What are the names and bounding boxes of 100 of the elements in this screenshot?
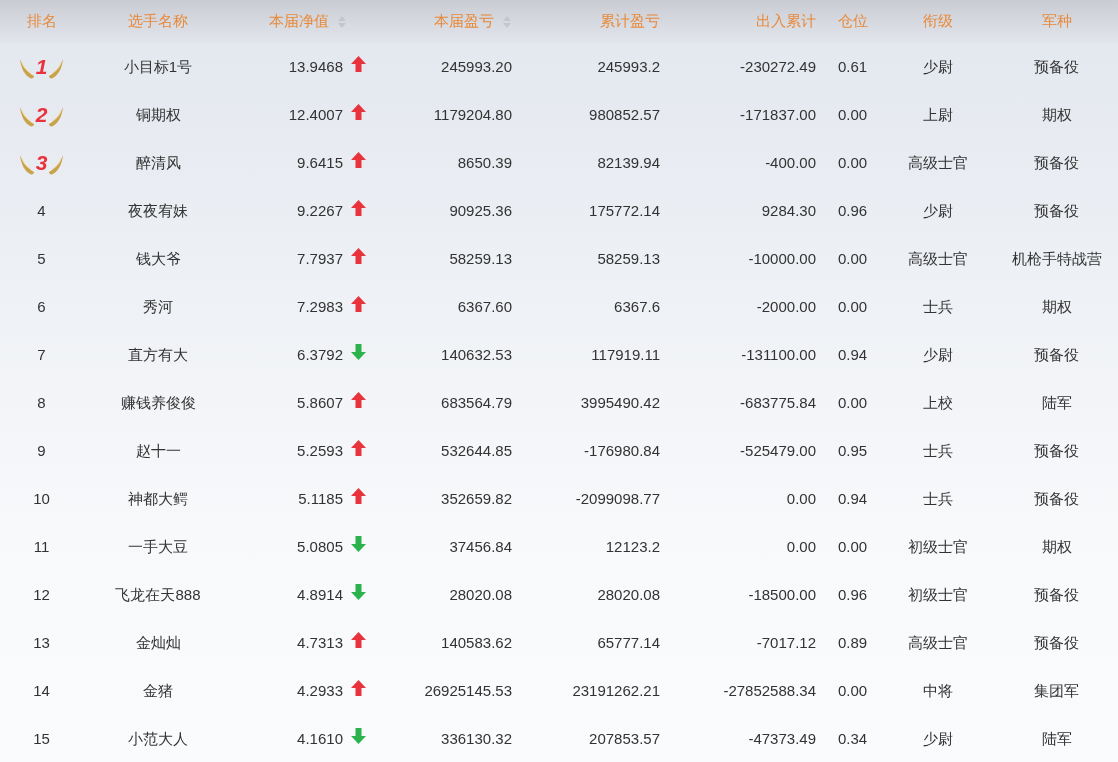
branch-name: 陆军 bbox=[1041, 392, 1072, 413]
period-profit: 532644.85 bbox=[441, 440, 512, 461]
sort-icon[interactable] bbox=[337, 14, 347, 29]
net-value: 12.4007 bbox=[288, 104, 343, 125]
branch-name: 预备役 bbox=[1034, 584, 1079, 605]
player-name: 夜夜宥妹 bbox=[128, 200, 188, 221]
rank-title: 士兵 bbox=[922, 440, 953, 461]
net-flow: 0.00 bbox=[786, 536, 816, 557]
rank-number: 4 bbox=[37, 200, 46, 221]
rank-number: 7 bbox=[37, 344, 46, 365]
column-header: 仓位 bbox=[837, 11, 868, 32]
total-profit: 58259.13 bbox=[597, 248, 660, 269]
rank-title: 上校 bbox=[922, 392, 953, 413]
column-header: 衔级 bbox=[922, 11, 953, 32]
position-ratio: 0.00 bbox=[837, 152, 868, 173]
total-profit: 82139.94 bbox=[597, 152, 660, 173]
rank-title: 初级士官 bbox=[907, 584, 968, 605]
column-header: 出入累计 bbox=[756, 11, 816, 32]
net-flow: -171837.00 bbox=[740, 104, 816, 125]
net-value: 7.7937 bbox=[297, 248, 343, 269]
net-value: 5.2593 bbox=[297, 440, 343, 461]
branch-name: 预备役 bbox=[1034, 200, 1079, 221]
branch-name: 期权 bbox=[1041, 104, 1072, 125]
column-header[interactable]: 本届盈亏 bbox=[434, 10, 494, 33]
player-name: 小范大人 bbox=[128, 728, 188, 749]
net-value: 4.7313 bbox=[297, 632, 343, 653]
net-value: 4.8914 bbox=[297, 584, 343, 605]
net-flow: -7017.12 bbox=[756, 632, 816, 653]
branch-name: 预备役 bbox=[1034, 488, 1079, 509]
position-ratio: 0.94 bbox=[837, 488, 868, 509]
rank-title: 上尉 bbox=[922, 104, 953, 125]
rank-title: 高级士官 bbox=[907, 152, 968, 173]
period-profit: 336130.32 bbox=[441, 728, 512, 749]
total-profit: 12123.2 bbox=[605, 536, 660, 557]
player-name: 一手大豆 bbox=[128, 536, 188, 557]
net-flow: -27852588.34 bbox=[723, 680, 816, 701]
net-flow: 9284.30 bbox=[761, 200, 816, 221]
branch-name: 预备役 bbox=[1034, 152, 1079, 173]
branch-name: 机枪手特战营 bbox=[1011, 248, 1102, 269]
branch-name: 期权 bbox=[1041, 296, 1072, 317]
rank-title: 高级士官 bbox=[907, 248, 968, 269]
position-ratio: 0.96 bbox=[837, 584, 868, 605]
column-header[interactable]: 本届净值 bbox=[269, 10, 329, 33]
total-profit: 175772.14 bbox=[589, 200, 660, 221]
player-name: 神都大鳄 bbox=[128, 488, 188, 509]
total-profit: 65777.14 bbox=[597, 632, 660, 653]
period-profit: 683564.79 bbox=[441, 392, 512, 413]
rank-number: 2 bbox=[35, 102, 48, 129]
rank-number: 8 bbox=[37, 392, 46, 413]
sort-icon[interactable] bbox=[502, 14, 512, 29]
net-flow: -47373.49 bbox=[748, 728, 816, 749]
player-name: 秀河 bbox=[143, 296, 173, 317]
rank-title: 初级士官 bbox=[907, 536, 968, 557]
rank-number: 11 bbox=[33, 536, 50, 557]
rank-number: 14 bbox=[33, 680, 50, 701]
player-name: 赵十一 bbox=[135, 440, 181, 461]
net-flow: -683775.84 bbox=[740, 392, 816, 413]
position-ratio: 0.00 bbox=[837, 248, 868, 269]
rank-number: 6 bbox=[37, 296, 46, 317]
period-profit: 28020.08 bbox=[449, 584, 512, 605]
position-ratio: 0.00 bbox=[837, 680, 868, 701]
player-name: 铜期权 bbox=[135, 104, 181, 125]
total-profit: 117919.11 bbox=[591, 344, 660, 365]
net-value: 9.2267 bbox=[297, 200, 343, 221]
position-ratio: 0.00 bbox=[837, 296, 868, 317]
player-name: 醉清风 bbox=[135, 152, 181, 173]
player-name: 金灿灿 bbox=[135, 632, 181, 653]
position-ratio: 0.61 bbox=[837, 56, 868, 77]
period-profit: 1179204.80 bbox=[433, 104, 512, 125]
period-profit: 8650.39 bbox=[457, 152, 512, 173]
rank-number: 9 bbox=[37, 440, 46, 461]
net-value: 5.0805 bbox=[297, 536, 343, 557]
net-value: 4.1610 bbox=[297, 728, 343, 749]
period-profit: 6367.60 bbox=[457, 296, 512, 317]
total-profit: 3995490.42 bbox=[580, 392, 660, 413]
total-profit: -2099098.77 bbox=[575, 488, 660, 509]
rank-number: 5 bbox=[37, 248, 46, 269]
branch-name: 预备役 bbox=[1034, 56, 1079, 77]
net-value: 6.3792 bbox=[297, 344, 343, 365]
net-flow: -230272.49 bbox=[740, 56, 816, 77]
column-header: 排名 bbox=[26, 11, 57, 32]
branch-name: 预备役 bbox=[1034, 344, 1079, 365]
net-value: 5.8607 bbox=[297, 392, 343, 413]
player-name: 赚钱养俊俊 bbox=[120, 392, 196, 413]
rank-title: 士兵 bbox=[922, 488, 953, 509]
position-ratio: 0.94 bbox=[837, 344, 868, 365]
total-profit: 245993.2 bbox=[597, 56, 660, 77]
rank-title: 少尉 bbox=[922, 728, 953, 749]
period-profit: 58259.13 bbox=[449, 248, 512, 269]
player-name: 金猪 bbox=[143, 680, 173, 701]
position-ratio: 0.89 bbox=[837, 632, 868, 653]
net-value: 9.6415 bbox=[297, 152, 343, 173]
total-profit: 6367.6 bbox=[614, 296, 660, 317]
player-name: 钱大爷 bbox=[135, 248, 181, 269]
net-flow: -18500.00 bbox=[748, 584, 816, 605]
branch-name: 集团军 bbox=[1034, 680, 1079, 701]
rank-number: 3 bbox=[35, 150, 48, 177]
rank-number: 13 bbox=[33, 632, 50, 653]
net-flow: -131100.00 bbox=[741, 344, 816, 365]
period-profit: 352659.82 bbox=[441, 488, 512, 509]
